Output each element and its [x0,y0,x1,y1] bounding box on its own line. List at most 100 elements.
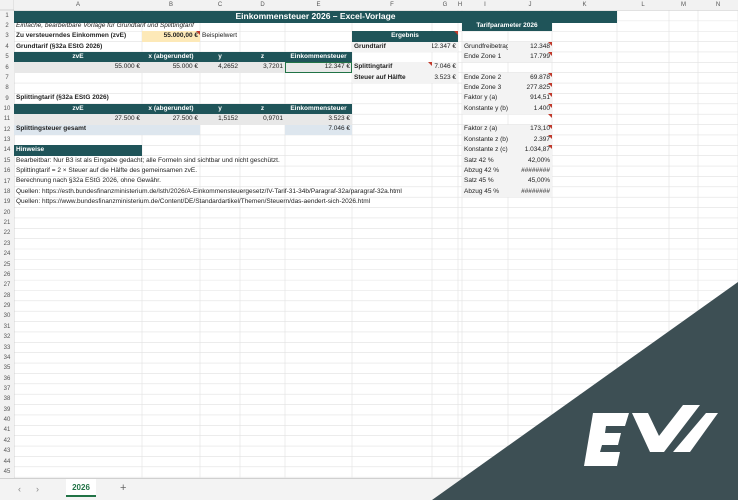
row-header-17[interactable]: 17 [0,176,14,187]
split-header-2[interactable]: y [200,103,240,115]
row-header-15[interactable]: 15 [0,155,14,167]
grund-value-1[interactable]: 55.000 € [142,62,200,73]
params-heading[interactable]: Tarifparameter 2026 [462,20,552,32]
param-value-7[interactable]: 2.397 [508,134,552,146]
param-label-4[interactable]: Faktor y (a) [462,93,508,104]
column-header-b[interactable]: B [142,0,200,10]
param-label-8[interactable]: Konstante z (c) [462,145,508,156]
row-header-29[interactable]: 29 [0,300,14,312]
param-value-6[interactable]: 173,10 [508,124,552,135]
param-label-10[interactable]: Abzug 42 % [462,166,508,177]
column-header-d[interactable]: D [240,0,285,10]
param-value-0[interactable]: 12.348 [508,41,552,52]
row-header-24[interactable]: 24 [0,249,14,260]
param-label-11[interactable]: Satz 45 % [462,176,508,187]
split-value-2[interactable]: 1,5152 [200,114,240,125]
param-label-0[interactable]: Grundfreibetrag [462,41,508,52]
column-header-c[interactable]: C [200,0,240,10]
row-header-22[interactable]: 22 [0,228,14,239]
result-label-1[interactable]: Splittingtarif [352,62,432,73]
param-label-3[interactable]: Ende Zone 3 [462,83,508,94]
grund-value-2[interactable]: 4,2652 [200,62,240,73]
result-value-0[interactable]: 12.347 € [432,41,458,52]
split-value-3[interactable]: 0,9701 [240,114,285,125]
split-value-1[interactable]: 27.500 € [142,114,200,125]
split-header-0[interactable]: zvE [14,103,142,115]
row-header-37[interactable]: 37 [0,383,14,395]
split-header-4[interactable]: Einkommensteuer [285,103,352,115]
row-header-42[interactable]: 42 [0,435,14,447]
column-header-g[interactable]: G [432,0,458,10]
note-line-2[interactable]: Splittingtarif = 2 × Steuer auf die Hälf… [14,166,432,176]
row-header-23[interactable]: 23 [0,238,14,249]
row-header-10[interactable]: 10 [0,103,14,115]
note-line-5[interactable]: Quellen: https://www.bundesfinanzministe… [14,197,462,207]
row-header-18[interactable]: 18 [0,186,14,198]
param-value-12[interactable]: ######## [508,186,552,198]
row-header-3[interactable]: 3 [0,31,14,42]
grund-header-3[interactable]: z [240,51,285,63]
grund-value-0[interactable]: 55.000 € [14,62,142,73]
column-header-f[interactable]: F [352,0,432,10]
split-header-1[interactable]: x (abgerundet) [142,103,200,115]
row-header-9[interactable]: 9 [0,93,14,104]
param-value-2[interactable]: 69.878 [508,72,552,84]
result-value-2[interactable]: 3.523 € [432,72,458,84]
split-header-3[interactable]: z [240,103,285,115]
row-header-27[interactable]: 27 [0,280,14,291]
param-label-5[interactable]: Konstante y (b) [462,103,508,115]
row-header-12[interactable]: 12 [0,124,14,135]
row-header-45[interactable]: 45 [0,466,14,478]
row-header-1[interactable]: 1 [0,10,14,21]
grund-header-0[interactable]: zvE [14,51,142,63]
row-header-7[interactable]: 7 [0,72,14,84]
param-value-3[interactable]: 277.825 [508,83,552,94]
row-header-20[interactable]: 20 [0,207,14,218]
result-label-2[interactable]: Steuer auf Hälfte [352,72,432,84]
row-header-5[interactable]: 5 [0,51,14,63]
row-header-11[interactable]: 11 [0,114,14,125]
subtitle-cell[interactable]: Einfache, bearbeitbare Vorlage für Grund… [14,21,432,31]
column-header-m[interactable]: M [669,0,698,10]
input-label[interactable]: Zu versteuerndes Einkommen (zvE) [14,31,142,41]
param-label-7[interactable]: Konstante z (b) [462,134,508,146]
row-header-39[interactable]: 39 [0,404,14,415]
split-heading[interactable]: Splittingtarif (§32a EStG 2026) [14,93,200,103]
grund-heading[interactable]: Grundtarif (§32a EStG 2026) [14,42,200,52]
row-header-31[interactable]: 31 [0,321,14,332]
note-line-3[interactable]: Berechnung nach §32a EStG 2026, ohne Gew… [14,176,432,186]
note-line-4[interactable]: Quellen: https://esth.bundesfinanzminist… [14,187,462,197]
row-header-43[interactable]: 43 [0,446,14,457]
param-label-1[interactable]: Ende Zone 1 [462,51,508,63]
prev-sheet-icon[interactable]: ‹ [18,484,21,494]
result-heading[interactable]: Ergebnis [352,31,458,42]
column-header-i[interactable]: I [462,0,508,10]
add-sheet-icon[interactable]: + [120,482,126,494]
row-header-2[interactable]: 2 [0,20,14,32]
grund-header-2[interactable]: y [200,51,240,63]
row-header-30[interactable]: 30 [0,311,14,322]
row-header-34[interactable]: 34 [0,352,14,364]
row-header-35[interactable]: 35 [0,363,14,374]
column-header-j[interactable]: J [508,0,552,10]
next-sheet-icon[interactable]: › [36,484,39,494]
result-value-1[interactable]: 7.046 € [432,62,458,73]
note-line-1[interactable]: Bearbeitbar: Nur B3 ist als Eingabe geda… [14,156,432,166]
split-total-label[interactable]: Splittingsteuer gesamt [14,124,200,135]
row-header-26[interactable]: 26 [0,269,14,281]
row-header-16[interactable]: 16 [0,166,14,177]
param-value-8[interactable]: 1.034,87 [508,145,552,156]
row-header-33[interactable]: 33 [0,342,14,353]
grund-value-3[interactable]: 3,7201 [240,62,285,73]
row-header-21[interactable]: 21 [0,217,14,229]
row-header-25[interactable]: 25 [0,259,14,270]
result-label-0[interactable]: Grundtarif [352,41,432,52]
param-value-9[interactable]: 42,00% [508,155,552,167]
row-header-28[interactable]: 28 [0,290,14,301]
notes-heading[interactable]: Hinweise [14,145,142,156]
row-header-44[interactable]: 44 [0,456,14,467]
row-header-41[interactable]: 41 [0,425,14,436]
grund-header-4[interactable]: Einkommensteuer [285,51,352,63]
grund-header-1[interactable]: x (abgerundet) [142,51,200,63]
column-header-k[interactable]: K [552,0,617,10]
